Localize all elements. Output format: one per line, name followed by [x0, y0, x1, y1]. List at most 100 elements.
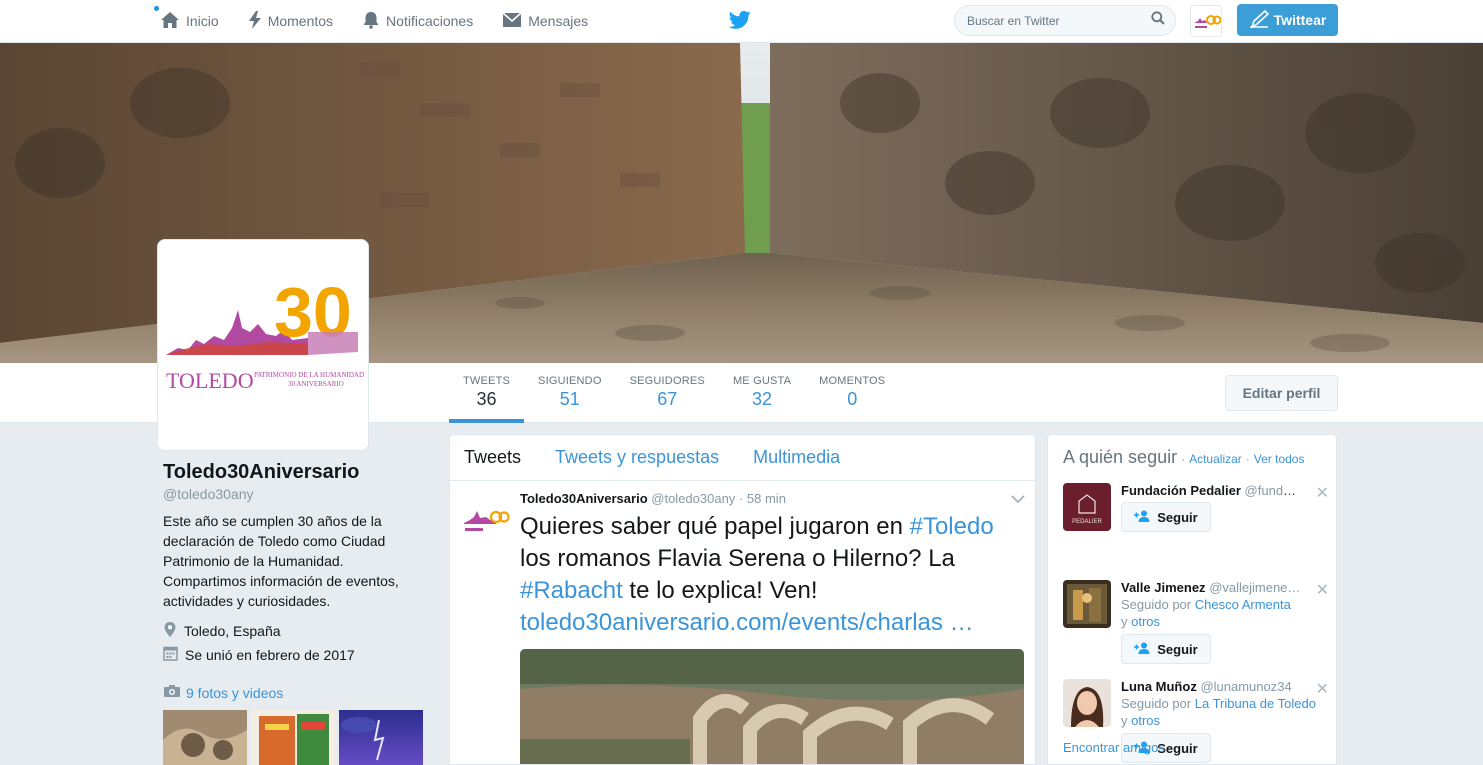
user-avatar-menu[interactable] [1190, 5, 1222, 37]
and-label: y [1121, 713, 1128, 728]
suggestion-name[interactable]: Luna Muñoz @lunamunoz34 [1121, 679, 1303, 694]
stat-likes[interactable]: ME GUSTA 32 [719, 363, 805, 423]
nav-moments-label: Momentos [267, 13, 334, 29]
home-icon [160, 11, 186, 32]
photo-thumbnail[interactable] [251, 710, 335, 765]
nav-notifications[interactable]: Notificaciones [362, 11, 473, 32]
dismiss-icon[interactable]: ✕ [1316, 483, 1329, 503]
photo-thumbnail[interactable] [339, 710, 423, 765]
profile-bio: Este año se cumplen 30 años de la declar… [163, 513, 399, 609]
tweet-button[interactable]: Twittear [1237, 4, 1338, 36]
new-content-indicator [154, 6, 159, 11]
nav-notifications-label: Notificaciones [386, 13, 474, 29]
stat-value: 36 [476, 389, 497, 409]
nav-messages-label: Mensajes [528, 13, 589, 29]
suggestion-name[interactable]: Valle Jimenez @vallejimene… [1121, 580, 1303, 595]
nav-messages[interactable]: Mensajes [502, 11, 589, 31]
tweet-url-link[interactable]: toledo30aniversario.com/events/charlas … [520, 607, 1025, 639]
search-icon[interactable] [1151, 11, 1165, 30]
stat-label: MOMENTOS [819, 375, 886, 387]
stat-following[interactable]: SIGUIENDO 51 [524, 363, 616, 423]
suggestion-context: Seguido por La Tribuna de Toledo y otros [1121, 695, 1321, 729]
stat-value: 51 [559, 389, 580, 409]
tab-media[interactable]: Multimedia [753, 447, 840, 468]
stat-value: 0 [847, 389, 858, 409]
who-to-follow-panel: A quién seguir · Actualizar · Ver todos … [1047, 434, 1337, 765]
dismiss-icon[interactable]: ✕ [1316, 679, 1329, 699]
top-navigation: Inicio Momentos Notificaciones Mensajes … [0, 0, 1483, 43]
suggestion-avatar[interactable] [1063, 679, 1111, 727]
follow-button[interactable]: Seguir [1121, 634, 1211, 664]
tweet-header: Toledo30Aniversario @toledo30any · 58 mi… [520, 491, 1023, 506]
follow-suggestion: Valle Jimenez @vallejimene… Seguido por … [1063, 580, 1329, 664]
others-link[interactable]: otros [1131, 614, 1160, 629]
stat-label: SEGUIDORES [629, 375, 705, 387]
refresh-link[interactable]: Actualizar [1189, 452, 1242, 466]
follow-button-label: Seguir [1157, 641, 1198, 657]
stat-value: 32 [752, 389, 773, 409]
follow-button-label: Seguir [1157, 509, 1198, 525]
profile-location: Toledo, España [163, 621, 281, 641]
profile-avatar[interactable]: 30 TOLEDO PATRIMONIO DE LA HUMANIDAD 30 … [157, 239, 369, 451]
photo-thumbnail[interactable] [163, 710, 247, 765]
quill-icon [1249, 9, 1274, 31]
tweet-timestamp[interactable]: 58 min [747, 491, 786, 506]
tweet-author-handle: @toledo30any [651, 491, 736, 506]
stat-followers[interactable]: SEGUIDORES 67 [616, 363, 719, 423]
search-input[interactable] [967, 13, 1151, 28]
twitter-bird-icon[interactable] [728, 10, 751, 35]
camera-icon [163, 684, 186, 701]
separator-dot: · [1245, 452, 1250, 466]
suggestion-handle: @fundp… [1244, 483, 1303, 498]
nav-links: Inicio Momentos Notificaciones Mensajes [160, 0, 617, 42]
calendar-icon [163, 645, 185, 664]
others-link[interactable]: otros [1131, 713, 1160, 728]
stat-tweets[interactable]: TWEETS 36 [449, 363, 525, 423]
find-friends-link[interactable]: Encontrar amigos [1063, 740, 1165, 755]
suggestion-name[interactable]: Fundación Pedalier @fundp… [1121, 483, 1303, 498]
stat-moments[interactable]: MOMENTOS 0 [805, 363, 899, 423]
mutual-follower-link[interactable]: Chesco Armenta [1195, 597, 1291, 612]
suggestion-avatar[interactable] [1063, 580, 1111, 628]
tweet-media-image[interactable] [520, 649, 1024, 764]
tweet-author-name[interactable]: Toledo30Aniversario [520, 491, 648, 506]
chevron-down-icon[interactable] [1011, 491, 1025, 509]
svg-text:PEDALIER: PEDALIER [1072, 519, 1102, 525]
tweet-text-part: los romanos Flavia Serena o Hilerno? La [520, 545, 955, 572]
photo-thumbnails [163, 710, 427, 765]
tab-tweets-replies[interactable]: Tweets y respuestas [555, 447, 719, 468]
tab-tweets[interactable]: Tweets [464, 447, 521, 468]
suggestion-handle: @lunamunoz34 [1200, 679, 1292, 694]
nav-home[interactable]: Inicio [160, 11, 219, 32]
dismiss-icon[interactable]: ✕ [1316, 580, 1329, 600]
nav-home-label: Inicio [186, 13, 219, 29]
mutual-follower-link[interactable]: La Tribuna de Toledo [1195, 696, 1316, 711]
edit-profile-button[interactable]: Editar perfil [1225, 375, 1338, 411]
suggestion-context: Seguido por Chesco Armenta y otros [1121, 596, 1321, 630]
search-box[interactable] [954, 5, 1176, 36]
tweet-author-avatar[interactable] [462, 493, 510, 541]
nav-moments[interactable]: Momentos [248, 10, 334, 32]
suggestion-display-name: Valle Jimenez [1121, 580, 1206, 595]
follow-button[interactable]: Seguir [1121, 502, 1211, 532]
tweet[interactable]: Toledo30Aniversario @toledo30any · 58 mi… [450, 481, 1035, 764]
timeline: Tweets Tweets y respuestas Multimedia To… [449, 434, 1036, 765]
lightning-icon [248, 10, 268, 32]
stat-label: SIGUIENDO [538, 375, 602, 387]
tweet-separator: · [738, 491, 744, 506]
location-text: Toledo, España [184, 623, 281, 639]
tweet-text-part: Quieres saber qué papel jugaron en [520, 513, 910, 540]
view-all-link[interactable]: Ver todos [1254, 452, 1305, 466]
hashtag-link[interactable]: #Toledo [910, 513, 994, 540]
suggestion-display-name: Luna Muñoz [1121, 679, 1197, 694]
separator-dot: · [1181, 452, 1186, 466]
profile-name[interactable]: Toledo30Aniversario [163, 461, 359, 484]
photos-videos-link[interactable]: 9 fotos y videos [163, 684, 283, 701]
suggestion-display-name: Fundación Pedalier [1121, 483, 1241, 498]
tweet-button-label: Twittear [1273, 12, 1327, 28]
hashtag-link[interactable]: #Rabacht [520, 577, 623, 604]
suggestion-handle: @vallejimene… [1209, 580, 1301, 595]
tweet-text: Quieres saber qué papel jugaron en #Tole… [520, 511, 1030, 607]
suggestion-avatar[interactable]: PEDALIER [1063, 483, 1111, 531]
stat-label: TWEETS [463, 375, 511, 387]
